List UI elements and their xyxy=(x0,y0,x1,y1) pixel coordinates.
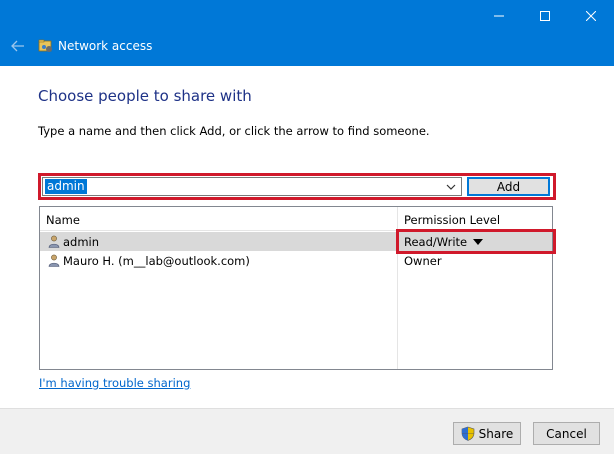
user-name: Mauro H. (m__lab@outlook.com) xyxy=(63,254,250,268)
caret-down-icon xyxy=(473,239,484,245)
close-button[interactable] xyxy=(568,0,614,32)
table-row[interactable]: admin Read/Write xyxy=(40,232,552,251)
window-controls xyxy=(476,0,614,32)
user-icon xyxy=(48,254,60,267)
permission-dropdown[interactable]: Read/Write xyxy=(404,235,484,249)
minimize-button[interactable] xyxy=(476,0,522,32)
user-list[interactable]: Name Permission Level admin Read/Write M… xyxy=(39,206,553,370)
column-header-name[interactable]: Name xyxy=(46,213,80,227)
list-header: Name Permission Level xyxy=(40,207,552,231)
page-title: Choose people to share with xyxy=(38,87,252,105)
shield-icon xyxy=(461,426,474,441)
maximize-icon xyxy=(540,11,550,21)
back-button[interactable] xyxy=(8,37,28,55)
minimize-icon xyxy=(494,15,504,17)
column-header-permission[interactable]: Permission Level xyxy=(404,213,500,227)
add-button[interactable]: Add xyxy=(467,177,550,196)
title-bar: Network access xyxy=(0,0,614,66)
table-row[interactable]: Mauro H. (m__lab@outlook.com) Owner xyxy=(40,251,552,270)
instructions-text: Type a name and then click Add, or click… xyxy=(38,124,430,138)
name-combobox[interactable]: admin xyxy=(42,177,462,196)
user-name: admin xyxy=(63,235,100,249)
cancel-button[interactable]: Cancel xyxy=(533,422,600,445)
dialog-footer: Share Cancel xyxy=(0,408,614,454)
column-divider[interactable] xyxy=(397,207,398,231)
permission-label: Owner xyxy=(404,254,442,268)
trouble-sharing-link[interactable]: I'm having trouble sharing xyxy=(39,376,190,390)
back-arrow-icon xyxy=(11,40,24,52)
maximize-button[interactable] xyxy=(522,0,568,32)
name-input[interactable]: admin xyxy=(45,179,87,194)
permission-label: Read/Write xyxy=(404,235,468,249)
close-icon xyxy=(586,11,596,21)
cancel-button-label: Cancel xyxy=(546,426,587,441)
window-title: Network access xyxy=(58,39,153,53)
network-share-icon xyxy=(38,39,52,52)
user-icon xyxy=(48,235,60,248)
share-button[interactable]: Share xyxy=(453,422,521,445)
add-button-label: Add xyxy=(496,179,521,194)
share-button-label: Share xyxy=(478,426,514,441)
chevron-down-icon[interactable] xyxy=(445,181,457,193)
